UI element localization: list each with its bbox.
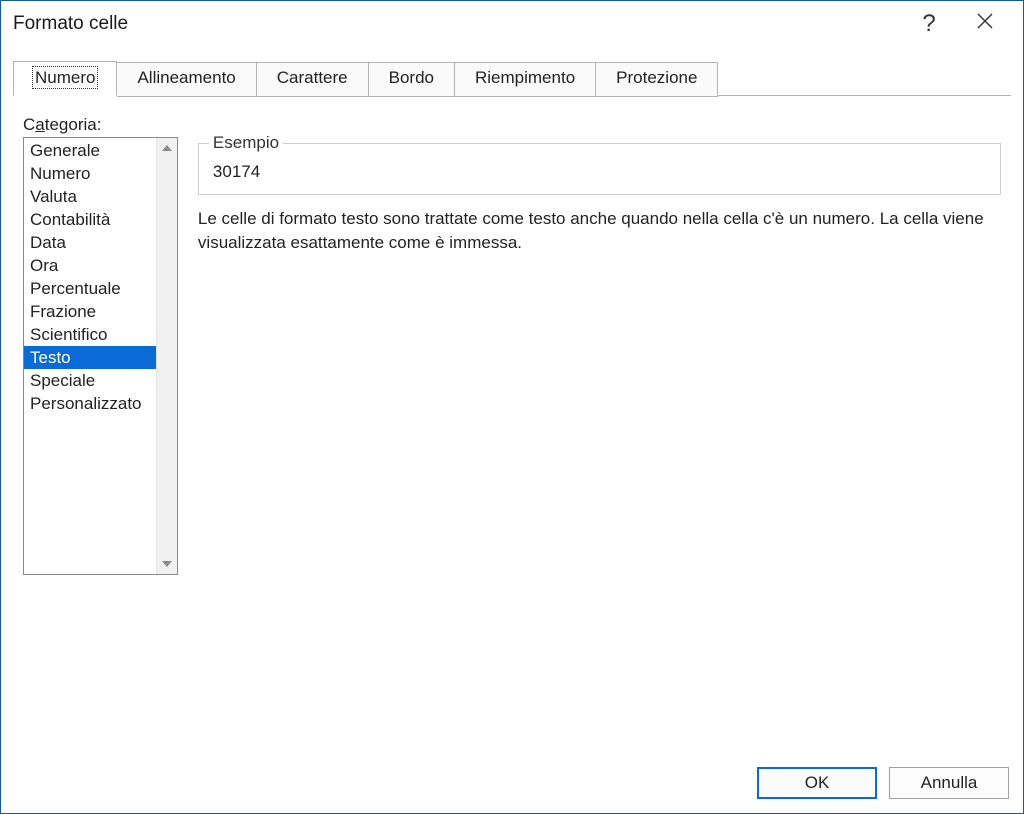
- sample-groupbox: Esempio 30174: [198, 143, 1001, 195]
- format-description: Le celle di formato testo sono trattate …: [198, 207, 1001, 255]
- tab-label: Numero: [34, 68, 96, 87]
- tab-label: Protezione: [616, 68, 697, 87]
- help-icon: ?: [922, 12, 935, 36]
- titlebar: Formato celle ?: [1, 1, 1023, 47]
- tab-bordo[interactable]: Bordo: [369, 62, 455, 97]
- tab-carattere[interactable]: Carattere: [257, 62, 369, 97]
- tab-protezione[interactable]: Protezione: [596, 62, 718, 97]
- category-item[interactable]: Data: [24, 231, 156, 254]
- dialog-body: Categoria: GeneraleNumeroValutaContabili…: [13, 101, 1011, 753]
- category-item[interactable]: Contabilità: [24, 208, 156, 231]
- chevron-down-icon: [162, 561, 172, 567]
- tab-label: Bordo: [389, 68, 434, 87]
- category-item[interactable]: Numero: [24, 162, 156, 185]
- category-label: Categoria:: [23, 115, 1011, 135]
- format-cells-dialog: Formato celle ? Numero Allineamento Caratt…: [0, 0, 1024, 814]
- help-button[interactable]: ?: [901, 1, 957, 47]
- category-item[interactable]: Personalizzato: [24, 392, 156, 415]
- close-icon: [976, 12, 994, 36]
- tab-allineamento[interactable]: Allineamento: [117, 62, 256, 97]
- category-item[interactable]: Scientifico: [24, 323, 156, 346]
- sample-legend: Esempio: [209, 133, 283, 153]
- category-item[interactable]: Percentuale: [24, 277, 156, 300]
- listbox-scrollbar[interactable]: [156, 138, 177, 574]
- category-item[interactable]: Valuta: [24, 185, 156, 208]
- tab-label: Allineamento: [137, 68, 235, 87]
- cancel-button[interactable]: Annulla: [889, 767, 1009, 799]
- window-title: Formato celle: [13, 13, 128, 35]
- category-item[interactable]: Ora: [24, 254, 156, 277]
- dialog-footer: OK Annulla: [757, 767, 1009, 799]
- scrollbar-track[interactable]: [157, 158, 177, 554]
- tab-label: Carattere: [277, 68, 348, 87]
- tab-strip: Numero Allineamento Carattere Bordo Riempime…: [13, 61, 1011, 96]
- tab-numero[interactable]: Numero: [13, 61, 117, 96]
- category-item[interactable]: Frazione: [24, 300, 156, 323]
- chevron-up-icon: [162, 145, 172, 151]
- close-button[interactable]: [957, 1, 1013, 47]
- scroll-down-button[interactable]: [157, 554, 177, 574]
- category-item[interactable]: Testo: [24, 346, 156, 369]
- scroll-up-button[interactable]: [157, 138, 177, 158]
- tab-riempimento[interactable]: Riempimento: [455, 62, 596, 97]
- category-item[interactable]: Speciale: [24, 369, 156, 392]
- ok-button[interactable]: OK: [757, 767, 877, 799]
- category-listbox[interactable]: GeneraleNumeroValutaContabilitàDataOraPe…: [23, 137, 178, 575]
- sample-value: 30174: [199, 144, 1000, 194]
- category-item[interactable]: Generale: [24, 139, 156, 162]
- tab-label: Riempimento: [475, 68, 575, 87]
